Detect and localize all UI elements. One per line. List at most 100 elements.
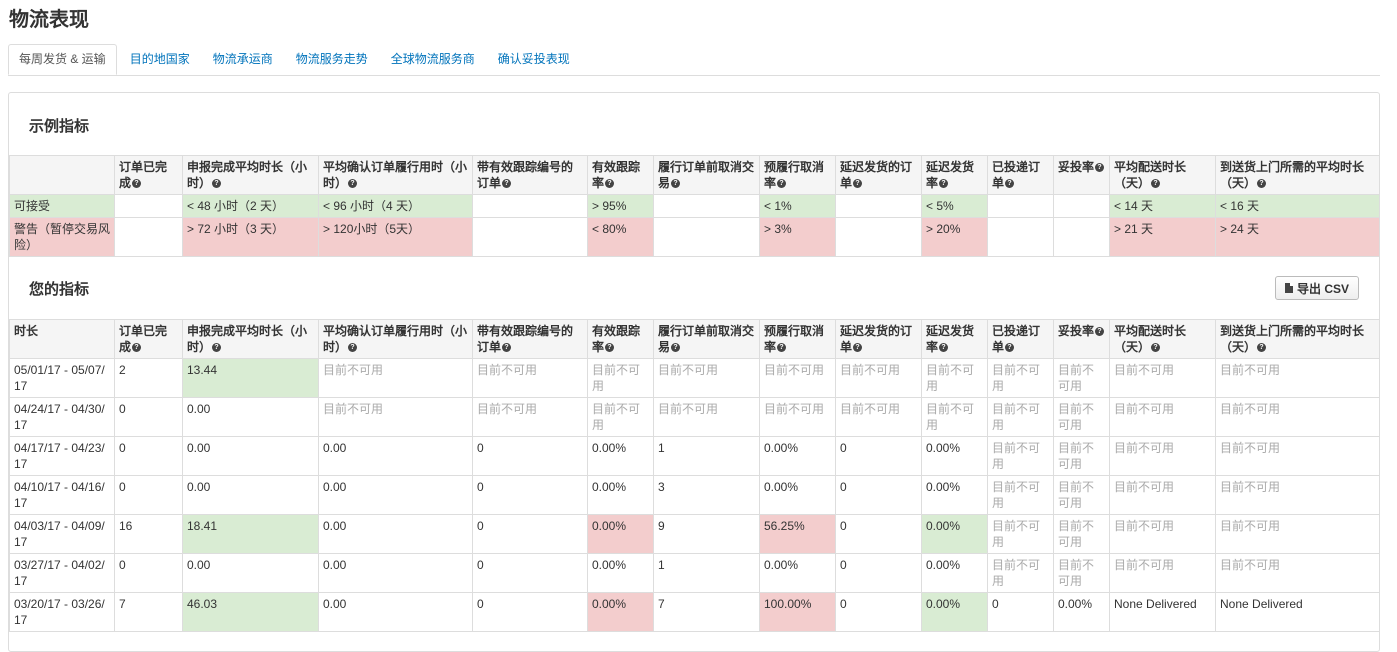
table-cell (1053, 194, 1110, 218)
column-header-label: 订单已完成 (119, 160, 168, 190)
help-icon[interactable]: ? (502, 179, 512, 189)
table-cell: 目前不可用 (1053, 397, 1110, 437)
help-icon[interactable]: ? (212, 343, 222, 353)
table-cell: 0.00% (921, 436, 988, 476)
column-header: 到送货上门所需的平均时长（天）? (1215, 319, 1379, 359)
help-icon[interactable]: ? (1005, 343, 1015, 353)
help-icon[interactable]: ? (853, 343, 863, 353)
table-cell: 0.00 (182, 475, 319, 515)
column-header-label: 订单已完成 (119, 324, 168, 354)
column-header-label: 已投递订单 (992, 160, 1041, 190)
table-cell: 目前不可用 (1215, 553, 1379, 593)
column-header: 到送货上门所需的平均时长（天）? (1215, 155, 1379, 195)
table-cell: 目前不可用 (987, 553, 1054, 593)
table-cell: 0.00% (587, 553, 654, 593)
column-header: 延迟发货率? (921, 155, 988, 195)
table-cell: 0 (114, 553, 183, 593)
table-cell: 目前不可用 (1109, 475, 1216, 515)
help-icon[interactable]: ? (671, 179, 681, 189)
help-icon[interactable]: ? (1257, 179, 1267, 189)
table-cell: 目前不可用 (759, 397, 836, 437)
table-cell: 目前不可用 (1053, 436, 1110, 476)
table-cell: 0.00% (921, 514, 988, 554)
table-cell: None Delivered (1109, 592, 1216, 632)
tab-5[interactable]: 确认妥投表现 (488, 44, 580, 74)
help-icon[interactable]: ? (939, 179, 949, 189)
table-cell: 目前不可用 (472, 397, 588, 437)
help-icon[interactable]: ? (777, 343, 787, 353)
table-cell: 0.00 (182, 397, 319, 437)
table-cell (1053, 217, 1110, 257)
column-header-label: 到送货上门所需的平均时长（天） (1220, 324, 1365, 354)
table-cell: 0.00 (318, 553, 473, 593)
tab-1[interactable]: 目的地国家 (120, 44, 200, 74)
help-icon[interactable]: ? (1151, 179, 1161, 189)
help-icon[interactable]: ? (605, 179, 615, 189)
table-cell: 目前不可用 (987, 358, 1054, 398)
column-header: 预履行取消率? (759, 319, 836, 359)
table-cell: 目前不可用 (1109, 436, 1216, 476)
table-cell: 目前不可用 (1215, 397, 1379, 437)
help-icon[interactable]: ? (1095, 163, 1105, 173)
help-icon[interactable]: ? (605, 343, 615, 353)
column-header-label: 平均配送时长（天） (1114, 324, 1187, 354)
help-icon[interactable]: ? (777, 179, 787, 189)
table-cell: 0 (835, 553, 922, 593)
table-cell: 3 (653, 475, 760, 515)
table-cell: 目前不可用 (1215, 358, 1379, 398)
column-header: 订单已完成? (114, 319, 183, 359)
document-icon (1284, 283, 1293, 293)
table-cell (987, 217, 1054, 257)
help-icon[interactable]: ? (348, 343, 358, 353)
table-cell: 目前不可用 (1109, 397, 1216, 437)
tab-0[interactable]: 每周发货 & 运输 (8, 44, 117, 75)
table-cell (835, 217, 922, 257)
table-cell: 04/24/17 - 04/30/17 (9, 397, 115, 437)
help-icon[interactable]: ? (132, 179, 142, 189)
table-row: 04/03/17 - 04/09/17 16 18.41 0.00 0 0.00% 9 56.… (9, 514, 1379, 554)
table-cell: 7 (114, 592, 183, 632)
table-cell: 0 (835, 514, 922, 554)
table-cell: 0 (835, 475, 922, 515)
export-csv-button[interactable]: 导出 CSV (1275, 276, 1359, 300)
help-icon[interactable]: ? (939, 343, 949, 353)
table-cell: 目前不可用 (653, 358, 760, 398)
table-cell: < 16 天 (1215, 194, 1379, 218)
table-cell: 目前不可用 (1053, 358, 1110, 398)
help-icon[interactable]: ? (671, 343, 681, 353)
tab-3[interactable]: 物流服务走势 (286, 44, 378, 74)
table-cell: 7 (653, 592, 760, 632)
table-cell: 目前不可用 (987, 475, 1054, 515)
table-cell: 目前不可用 (1053, 553, 1110, 593)
table-cell: 0 (472, 592, 588, 632)
table-row: 03/27/17 - 04/02/17 0 0.00 0.00 0 0.00% 1 0.00%… (9, 553, 1379, 593)
help-icon[interactable]: ? (1095, 327, 1105, 337)
column-header-label: 带有效跟踪编号的订单 (477, 160, 574, 190)
help-icon[interactable]: ? (1151, 343, 1161, 353)
help-icon[interactable]: ? (1257, 343, 1267, 353)
help-icon[interactable]: ? (132, 343, 142, 353)
table-cell: 9 (653, 514, 760, 554)
help-icon[interactable]: ? (1005, 179, 1015, 189)
help-icon[interactable]: ? (212, 179, 222, 189)
tab-4[interactable]: 全球物流服务商 (381, 44, 485, 74)
tab-2[interactable]: 物流承运商 (203, 44, 283, 74)
help-icon[interactable]: ? (502, 343, 512, 353)
column-header-label: 有效跟踪率 (592, 324, 641, 354)
table-cell: 0.00 (318, 592, 473, 632)
column-header: 平均确认订单履行用时（小时）? (318, 155, 473, 195)
table-cell: 0.00% (587, 592, 654, 632)
help-icon[interactable]: ? (348, 179, 358, 189)
table-cell: 目前不可用 (835, 397, 922, 437)
column-header: 延迟发货率? (921, 319, 988, 359)
column-header-label: 平均确认订单履行用时（小时） (323, 324, 468, 354)
table-cell: > 72 小时（3 天） (182, 217, 319, 257)
table-cell: 0 (472, 436, 588, 476)
table-cell: 目前不可用 (987, 514, 1054, 554)
column-header-label: 平均确认订单履行用时（小时） (323, 160, 468, 190)
table-cell: > 24 天 (1215, 217, 1379, 257)
table-cell: 目前不可用 (587, 397, 654, 437)
column-header-label: 有效跟踪率 (592, 160, 641, 190)
help-icon[interactable]: ? (853, 179, 863, 189)
table-cell: < 80% (587, 217, 654, 257)
